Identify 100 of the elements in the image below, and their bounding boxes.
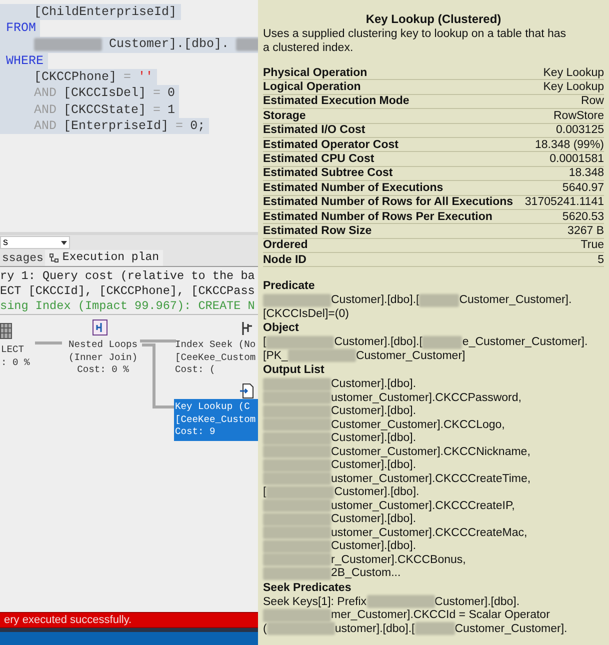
dropdown-text: s xyxy=(3,236,8,250)
code-text: [CKCCIsDel] xyxy=(64,85,146,102)
blurred-text xyxy=(263,512,331,526)
blurred-text xyxy=(266,622,335,636)
code-text: = xyxy=(176,118,184,135)
query-text: ECT [CKCCId], [CKCCPhone], [CKCCPass xyxy=(0,284,256,299)
blurred-text xyxy=(414,622,455,636)
property-value: 18.348 xyxy=(568,166,604,180)
property-label: Estimated Number of Rows Per Execution xyxy=(263,210,492,224)
code-text: = xyxy=(124,68,132,86)
detail-text: Customer].[dbo]. xyxy=(331,512,416,526)
detail-text: ustomer_Customer].CKCCCreateMac, xyxy=(331,526,528,540)
blurred-text xyxy=(263,553,331,566)
status-message: ery executed successfully. xyxy=(4,612,132,628)
query-text: ry 1: Query cost (relative to the ba xyxy=(0,269,256,284)
code-text: [EnterpriseId] xyxy=(64,118,169,135)
detail-text: Customer_Customer].CKCCNickname, xyxy=(331,444,530,459)
blurred-text xyxy=(422,336,462,349)
blurred-text xyxy=(263,391,331,404)
dropdown[interactable]: s xyxy=(0,236,70,249)
detail-text: Customer].[dbo]. xyxy=(331,458,416,472)
detail-text: e_Customer_Customer]. xyxy=(462,335,588,350)
blurred-text xyxy=(266,336,334,349)
document-icon xyxy=(240,383,255,399)
section-heading: Seek Predicates xyxy=(263,580,352,595)
property-label: Estimated Operator Cost xyxy=(263,138,398,152)
section-heading: Object xyxy=(263,321,300,336)
blurred-text xyxy=(288,349,356,362)
detail-text: ustomer_Customer].CKCCCreateTime, xyxy=(331,472,531,486)
property-label: Physical Operation xyxy=(263,66,368,80)
code-text: [ChildEnterpriseId] xyxy=(34,4,177,21)
blurred-text xyxy=(419,294,460,307)
property-label: Estimated Subtree Cost xyxy=(263,166,393,180)
property-label: Storage xyxy=(263,108,306,123)
property-value: 5620.53 xyxy=(562,210,604,224)
detail-text: ( xyxy=(263,622,267,636)
connector-line xyxy=(35,342,62,344)
detail-text: Customer_Customer]. xyxy=(459,293,572,308)
plan-node[interactable]: Nested Loops (Inner Join) Cost: 0 % xyxy=(62,337,144,378)
blurred-text xyxy=(263,526,331,540)
plan-icon xyxy=(49,253,60,263)
property-label: Estimated Row Size xyxy=(263,224,372,238)
blurred-text xyxy=(263,294,331,307)
property-label: Estimated I/O Cost xyxy=(263,123,366,138)
detail-text: Seek Keys[1]: Prefix xyxy=(263,594,367,609)
blurred-text xyxy=(266,486,334,499)
table-icon xyxy=(0,323,12,339)
blurred-text xyxy=(263,540,331,553)
detail-text: [PK_ xyxy=(263,348,288,363)
detail-text: [ xyxy=(263,485,266,500)
blurred-text xyxy=(263,458,331,472)
index-icon xyxy=(240,321,254,336)
detail-text: mer_Customer].CKCCId = Scalar Operator xyxy=(331,608,550,622)
detail-text: r_Customer].CKCCBonus, xyxy=(331,552,466,567)
blurred-text xyxy=(263,404,331,418)
blurred-text xyxy=(34,38,102,52)
plan-node[interactable]: LECT : 0 % xyxy=(0,342,35,371)
detail-text: Customer].[dbo]. xyxy=(434,594,520,609)
detail-text: 2B_Custom... xyxy=(331,566,401,580)
code-text: 1 xyxy=(168,102,176,119)
detail-text: Customer_Customer] xyxy=(356,348,466,363)
code-text: AND xyxy=(34,118,57,135)
detail-text: [ xyxy=(263,335,266,350)
property-label: Estimated Number of Executions xyxy=(263,180,444,195)
property-label: Logical Operation xyxy=(263,80,361,94)
blurred-text xyxy=(263,499,331,512)
blurred-text xyxy=(263,445,331,458)
section-heading: Output List xyxy=(263,363,326,378)
detail-text: ustomer_Customer].CKCCPassword, xyxy=(331,390,522,405)
property-value: RowStore xyxy=(554,108,604,123)
code-text: 0; xyxy=(190,118,206,135)
code-text: AND xyxy=(34,85,57,102)
blurred-text xyxy=(263,418,331,432)
blurred-text xyxy=(366,595,435,608)
plan-node[interactable]: Index Seek (No [CeeKee_Custom Cost: ( xyxy=(174,337,258,378)
property-value: Key Lookup xyxy=(543,66,604,80)
property-label: Estimated CPU Cost xyxy=(263,152,374,166)
property-label: Estimated Number of Rows for All Executions xyxy=(263,195,514,210)
blurred-text xyxy=(263,472,331,486)
tab[interactable]: ssages xyxy=(0,251,46,266)
property-value: 18.348 (99%) xyxy=(534,138,604,152)
property-value: 5 xyxy=(598,252,604,267)
detail-text: [CKCCIsDel]=(0) xyxy=(263,306,349,321)
property-value: 5640.97 xyxy=(562,180,604,195)
code-text: [CKCCPhone] xyxy=(34,68,117,86)
code-text: [CKCCState] xyxy=(64,102,146,119)
blurred-text xyxy=(263,378,331,391)
caret-icon xyxy=(61,240,67,244)
blurred-text xyxy=(263,566,331,580)
keyword: FROM xyxy=(6,20,36,38)
plan-node[interactable]: Key Lookup (C [CeeKee_Custom Cost: 9 xyxy=(174,399,258,440)
detail-text: ustomer_Customer].CKCCCreateIP, xyxy=(331,498,515,513)
detail-text: Customer_Customer].CKCCLogo, xyxy=(331,418,505,432)
keyword: WHERE xyxy=(6,52,44,70)
tab[interactable]: Execution plan xyxy=(45,250,164,266)
code-text: 0 xyxy=(168,85,176,102)
tooltip-description: Uses a supplied clustering key to lookup on a table that has a clustered index. xyxy=(263,27,568,55)
code-text: Customer].[dbo]. xyxy=(109,36,230,54)
blurred-text xyxy=(263,608,331,622)
code-text: = xyxy=(153,102,161,119)
